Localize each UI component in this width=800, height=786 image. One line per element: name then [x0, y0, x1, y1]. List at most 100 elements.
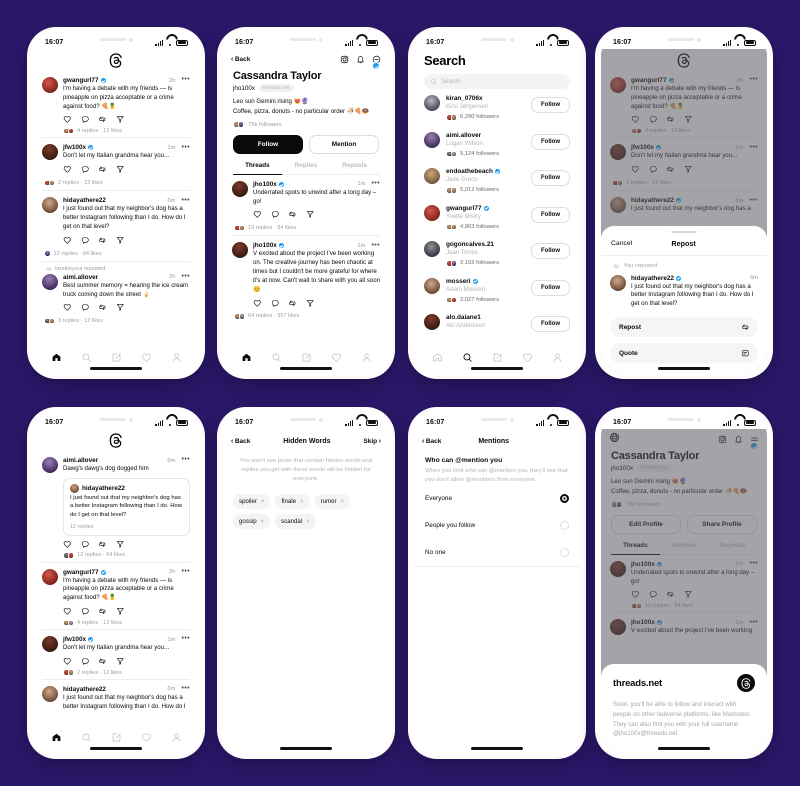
like-icon[interactable]	[63, 540, 72, 549]
tab-home[interactable]	[432, 352, 443, 363]
reply-icon[interactable]	[81, 303, 90, 312]
like-icon[interactable]	[63, 165, 72, 174]
avatar[interactable]	[42, 197, 58, 214]
post-meta[interactable]: 64 replies · 357 likes	[248, 313, 299, 319]
close-icon[interactable]: ×	[300, 499, 304, 505]
word-chip[interactable]: rumor ×	[314, 494, 350, 510]
tab-replies[interactable]: Replies	[281, 162, 331, 175]
avatar[interactable]	[42, 568, 58, 585]
post[interactable]: aimi.allover 6m ••• Dawg's dawg's dog do…	[33, 451, 199, 562]
post[interactable]: hidayathere22 6m ••• I just found out th…	[33, 680, 199, 714]
reply-icon[interactable]	[81, 165, 90, 174]
more-options-icon[interactable]: •••	[181, 197, 190, 204]
instagram-icon[interactable]	[340, 55, 349, 64]
tab-home[interactable]	[51, 352, 62, 363]
avatar[interactable]	[42, 685, 58, 702]
reply-icon[interactable]	[81, 540, 90, 549]
reply-icon[interactable]	[81, 115, 90, 124]
post-meta[interactable]: 2 replies · 12 likes	[58, 180, 103, 186]
more-options-icon[interactable]: •••	[371, 180, 380, 187]
share-icon[interactable]	[306, 299, 315, 308]
reply-icon[interactable]	[271, 210, 280, 219]
radio-icon[interactable]	[560, 547, 569, 557]
share-icon[interactable]	[306, 210, 315, 219]
skip-button[interactable]: Skip ›	[363, 438, 381, 445]
post[interactable]: jfw100x 1m ••• Don't let my Italian gran…	[33, 630, 199, 679]
avatar[interactable]	[42, 144, 58, 161]
follow-button[interactable]: Follow	[233, 134, 303, 154]
post-username[interactable]: aimi.allover	[63, 457, 98, 464]
radio-icon[interactable]	[560, 520, 569, 530]
share-icon[interactable]	[116, 115, 125, 124]
tab-search[interactable]	[81, 732, 92, 743]
post[interactable]: jho100x 1m ••• Underrated spots to unwin…	[223, 175, 389, 221]
word-chip[interactable]: finale ×	[275, 494, 310, 510]
repost-icon[interactable]	[98, 607, 107, 616]
like-icon[interactable]	[63, 115, 72, 124]
tab-activity[interactable]	[522, 352, 533, 363]
like-icon[interactable]	[63, 236, 72, 245]
tab-activity[interactable]	[141, 732, 152, 743]
post-username[interactable]: aimi.allover	[63, 274, 98, 281]
tab-reposts[interactable]: Reposts	[330, 162, 380, 175]
follow-button[interactable]: Follow	[531, 279, 570, 296]
tab-compose[interactable]	[492, 352, 503, 363]
repost-icon[interactable]	[98, 540, 107, 549]
avatar[interactable]	[232, 180, 248, 197]
like-icon[interactable]	[63, 657, 72, 666]
share-icon[interactable]	[116, 540, 125, 549]
close-icon[interactable]: ×	[261, 519, 265, 525]
back-button[interactable]: ‹ Back	[231, 438, 250, 445]
post-meta[interactable]: 3 replies · 12 likes	[58, 318, 103, 324]
avatar[interactable]	[424, 241, 440, 257]
tab-profile[interactable]	[171, 732, 182, 743]
avatar[interactable]	[424, 277, 440, 294]
repost-icon[interactable]	[288, 299, 297, 308]
repost-icon[interactable]	[98, 236, 107, 245]
more-options-icon[interactable]: •••	[371, 242, 380, 249]
post[interactable]: jho100x 1m ••• V excited about the proje…	[223, 236, 389, 309]
tab-search[interactable]	[462, 352, 473, 363]
avatar[interactable]	[424, 95, 440, 111]
option-no-one[interactable]: No one	[414, 539, 580, 566]
quoted-post-card[interactable]: hidayathere22 I just found out that my n…	[63, 477, 190, 536]
post-meta[interactable]: 4 replies · 12 likes	[77, 620, 122, 626]
more-options-icon[interactable]: •••	[181, 76, 190, 83]
post-meta[interactable]: 2 replies · 12 likes	[77, 670, 122, 676]
post-meta[interactable]: 12 replies · 94 likes	[54, 251, 102, 257]
post[interactable]: gwangurl77 2h ••• I'm having a debate wi…	[33, 71, 199, 137]
user-result-row[interactable]: gwangurl77 Yvette Mistry 4,903 followers…	[414, 199, 580, 236]
tab-compose[interactable]	[111, 352, 122, 363]
quote-option[interactable]: Quote	[611, 343, 757, 363]
more-options-icon[interactable]: •••	[181, 568, 190, 575]
post-username[interactable]: jho100x	[253, 242, 277, 249]
post[interactable]: jfw100x 1m ••• Don't let my Italian gran…	[33, 138, 199, 175]
more-options-icon[interactable]: •••	[181, 144, 190, 151]
user-result-row[interactable]: kiran_0706x Kirsi Jørgensen 6,290 follow…	[414, 89, 580, 126]
post-username[interactable]: jho100x	[253, 181, 277, 188]
like-icon[interactable]	[253, 210, 262, 219]
post-username[interactable]: hidayathere22	[63, 686, 106, 693]
bell-icon[interactable]	[356, 55, 365, 64]
follow-button[interactable]: Follow	[531, 206, 570, 223]
avatar[interactable]	[424, 131, 440, 148]
follow-button[interactable]: Follow	[531, 316, 570, 332]
post[interactable]: aimi.allover 2h ••• Best summer memory =…	[33, 272, 199, 314]
tab-threads[interactable]: Threads	[233, 162, 282, 175]
avatar[interactable]	[42, 273, 58, 290]
share-icon[interactable]	[116, 165, 125, 174]
reply-icon[interactable]	[81, 607, 90, 616]
tab-activity[interactable]	[141, 352, 152, 363]
mention-button[interactable]: Mention	[309, 134, 379, 154]
sheet-grabber[interactable]	[671, 230, 697, 234]
user-result-row[interactable]: alo.daiane1 Airi Andersson Follow	[414, 308, 580, 337]
repost-option[interactable]: Repost	[611, 317, 757, 337]
radio-selected-icon[interactable]	[560, 493, 569, 503]
avatar[interactable]	[42, 636, 58, 652]
tab-home[interactable]	[51, 732, 62, 743]
follow-button[interactable]: Follow	[531, 133, 570, 150]
share-icon[interactable]	[116, 607, 125, 616]
avatar[interactable]	[424, 204, 440, 221]
repost-icon[interactable]	[98, 115, 107, 124]
result-username[interactable]: endoathebeach	[446, 168, 525, 175]
